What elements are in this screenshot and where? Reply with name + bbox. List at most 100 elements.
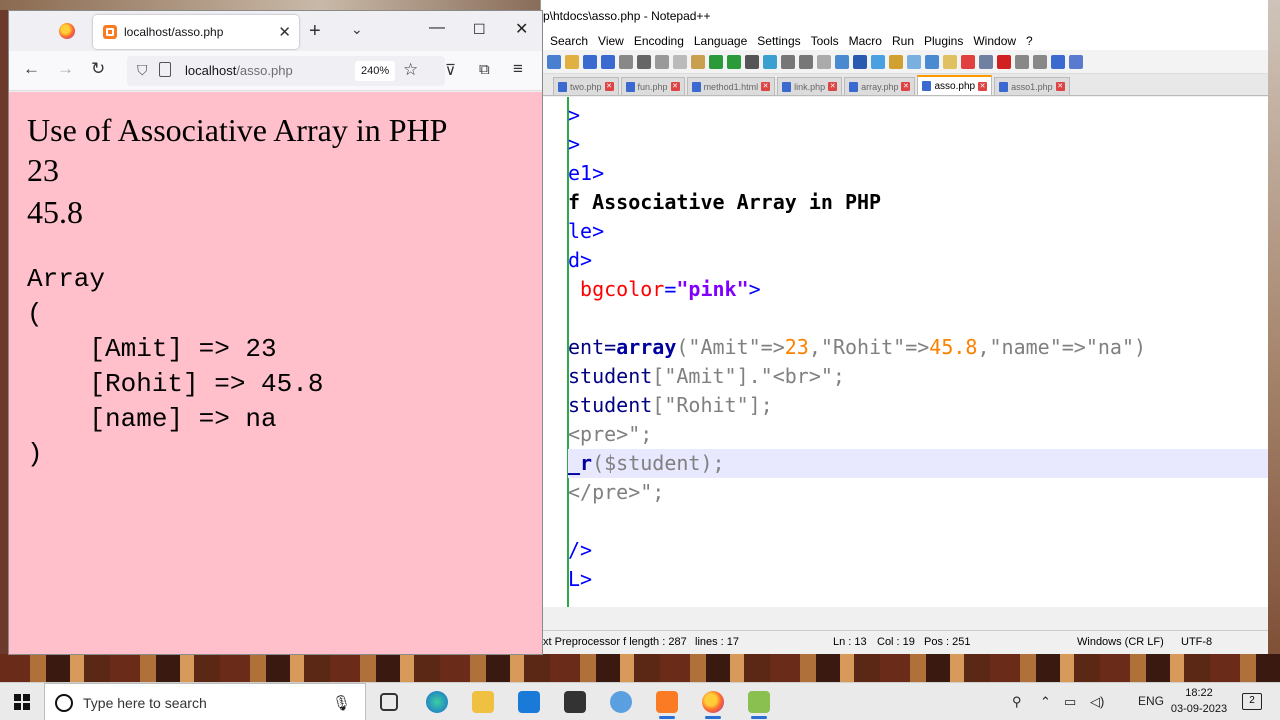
list-tabs-chevron-down-icon[interactable]: ⌄: [351, 21, 363, 38]
close-icon[interactable]: ✕: [604, 82, 614, 91]
close-icon[interactable]: ✕: [1055, 82, 1065, 91]
find-icon[interactable]: [745, 54, 759, 69]
sync-scroll-icon[interactable]: [817, 54, 831, 69]
fold-margin[interactable]: [549, 97, 569, 607]
close-icon[interactable]: ✕: [761, 82, 771, 91]
edge-browser-icon[interactable]: [426, 691, 448, 713]
folder-workspace-icon[interactable]: [943, 54, 957, 69]
menu-encoding[interactable]: Encoding: [629, 32, 689, 50]
tab-two-php[interactable]: two.php ✕: [553, 77, 619, 95]
bookmark-star-icon[interactable]: ☆: [403, 60, 418, 80]
tab-asso-php[interactable]: asso.php ✕: [917, 75, 993, 95]
xampp-app-icon[interactable]: [656, 691, 678, 719]
undo-icon[interactable]: [709, 54, 723, 69]
taskbar-clock[interactable]: 18:22 03-09-2023: [1168, 685, 1230, 717]
word-wrap-icon[interactable]: [835, 54, 849, 69]
notepadpp-app-icon[interactable]: [748, 691, 770, 719]
people-icon[interactable]: ⚲: [1012, 694, 1022, 710]
play-macro-icon[interactable]: [1033, 54, 1047, 69]
file-explorer-icon[interactable]: [472, 691, 494, 713]
menu-window[interactable]: Window: [968, 32, 1021, 50]
menu-view[interactable]: View: [593, 32, 629, 50]
volume-icon[interactable]: ◁): [1090, 694, 1104, 710]
new-file-icon[interactable]: [547, 54, 561, 69]
reload-icon[interactable]: ↻: [91, 59, 105, 79]
menu-plugins[interactable]: Plugins: [919, 32, 968, 50]
close-icon[interactable]: ✕: [901, 82, 911, 91]
page-info-icon[interactable]: [159, 62, 171, 77]
tab-asso1-php[interactable]: asso1.php ✕: [994, 77, 1070, 95]
run-macro-multiple-icon[interactable]: [1051, 54, 1065, 69]
menu-language[interactable]: Language: [689, 32, 752, 50]
show-all-chars-icon[interactable]: [853, 54, 867, 69]
paste-icon[interactable]: [691, 54, 705, 69]
menu-search[interactable]: Search: [545, 32, 593, 50]
tracking-shield-icon[interactable]: ⛉: [137, 62, 148, 79]
save-icon[interactable]: [583, 54, 597, 69]
close-icon[interactable]: ✕: [670, 82, 680, 91]
stop-macro-icon[interactable]: [1015, 54, 1029, 69]
microsoft-store-icon[interactable]: [564, 691, 586, 713]
zoom-in-icon[interactable]: [781, 54, 795, 69]
menu-settings[interactable]: Settings: [752, 32, 805, 50]
back-arrow-icon[interactable]: ←: [23, 59, 40, 79]
paint-app-icon[interactable]: [610, 691, 632, 713]
print-icon[interactable]: [637, 54, 651, 69]
close-tab-icon[interactable]: ✕: [278, 23, 291, 41]
taskbar-search-box[interactable]: Type here to search 🎙: [44, 683, 366, 720]
user-lang-icon[interactable]: [889, 54, 903, 69]
doc-map-icon[interactable]: [907, 54, 921, 69]
close-icon[interactable]: ✕: [978, 81, 988, 91]
show-hidden-icons-chevron-up-icon[interactable]: ⌃: [1040, 694, 1051, 710]
minimize-icon[interactable]: —: [429, 19, 445, 37]
firefox-tab-bar[interactable]: localhost/asso.php ✕ + ⌄ — ☐ ✕: [9, 11, 542, 51]
network-icon[interactable]: ▭: [1064, 694, 1076, 710]
windows-start-icon[interactable]: [14, 694, 30, 710]
firefox-app-icon[interactable]: [702, 691, 724, 719]
forward-arrow-icon[interactable]: →: [57, 59, 74, 79]
status-eol[interactable]: Windows (CR LF): [1077, 636, 1164, 648]
function-list-icon[interactable]: [925, 54, 939, 69]
redo-icon[interactable]: [727, 54, 741, 69]
code-editor[interactable]: > > e1> f Associative Array in PHP le> d…: [541, 97, 1268, 607]
zoom-level-badge[interactable]: 240%: [355, 61, 396, 81]
maximize-icon[interactable]: ☐: [473, 21, 486, 38]
tab-fun-php[interactable]: fun.php ✕: [620, 77, 685, 95]
task-view-icon[interactable]: [380, 693, 398, 711]
cut-icon[interactable]: [655, 54, 669, 69]
mail-icon[interactable]: [518, 691, 540, 713]
close-icon[interactable]: ✕: [828, 82, 838, 91]
indent-guide-icon[interactable]: [871, 54, 885, 69]
hamburger-menu-icon[interactable]: ≡: [513, 59, 523, 79]
window-close-icon[interactable]: ✕: [515, 19, 528, 39]
close-file-icon[interactable]: [619, 54, 633, 69]
monitoring-icon[interactable]: [961, 54, 975, 69]
new-tab-icon[interactable]: +: [309, 20, 321, 43]
menu-macro[interactable]: Macro: [844, 32, 887, 50]
menu-help[interactable]: ?: [1021, 32, 1038, 50]
replace-icon[interactable]: [763, 54, 777, 69]
address-url[interactable]: localhost/asso.php: [185, 63, 293, 78]
extensions-puzzle-icon[interactable]: ⧉: [479, 61, 490, 78]
save-all-icon[interactable]: [601, 54, 615, 69]
tab-link-php[interactable]: link.php ✕: [777, 77, 843, 95]
tab-array-php[interactable]: array.php ✕: [844, 77, 916, 95]
menu-run[interactable]: Run: [887, 32, 919, 50]
save-macro-icon[interactable]: [1069, 54, 1083, 69]
notepadpp-title-bar[interactable]: p\htdocs\asso.php - Notepad++: [541, 0, 1268, 32]
language-indicator[interactable]: ENG: [1138, 694, 1164, 708]
microphone-icon[interactable]: 🎙: [332, 694, 351, 712]
firefox-logo-icon[interactable]: [59, 23, 75, 39]
tab-method1-html[interactable]: method1.html ✕: [686, 77, 776, 95]
zoom-out-icon[interactable]: [799, 54, 813, 69]
open-file-icon[interactable]: [565, 54, 579, 69]
view-icon[interactable]: [979, 54, 993, 69]
notification-center-icon[interactable]: 2: [1242, 693, 1262, 710]
copy-icon[interactable]: [673, 54, 687, 69]
record-macro-icon[interactable]: [997, 54, 1011, 69]
status-encoding[interactable]: UTF-8: [1181, 636, 1212, 648]
browser-tab-active[interactable]: localhost/asso.php ✕: [93, 15, 299, 49]
pocket-icon[interactable]: ⊽: [445, 61, 456, 79]
address-bar[interactable]: ⛉ localhost/asso.php 240% ☆: [127, 56, 445, 86]
menu-tools[interactable]: Tools: [806, 32, 844, 50]
